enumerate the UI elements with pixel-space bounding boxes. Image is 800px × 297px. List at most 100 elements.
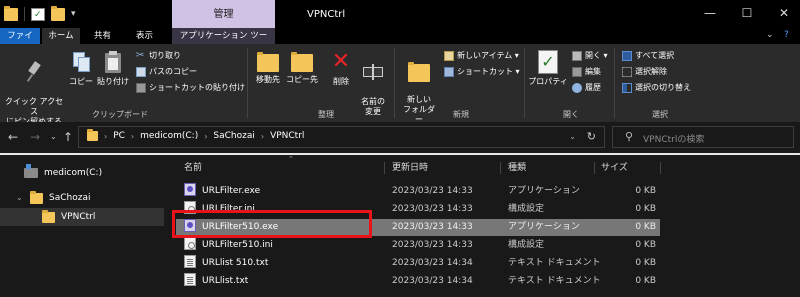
properties-check-icon[interactable]: ✓: [31, 7, 45, 21]
breadcrumb-item-vpnctrl[interactable]: VPNCtrl: [270, 131, 304, 141]
file-size: 0 KB: [635, 186, 656, 196]
divider: [614, 48, 615, 118]
search-placeholder: VPNCtrlの検索: [643, 135, 705, 145]
column-header-modified[interactable]: 更新日時: [392, 159, 428, 177]
copy-path-button[interactable]: パスのコピー: [136, 66, 197, 77]
file-size: 0 KB: [635, 258, 656, 268]
organize-group-label: 整理: [318, 110, 334, 119]
column-header-name[interactable]: 名前: [184, 159, 202, 177]
copy-to-label: コピー先: [286, 75, 318, 84]
move-to-icon: [257, 52, 279, 72]
shortcut-button[interactable]: ショートカット ▾: [444, 66, 520, 77]
customize-toolbar-icon[interactable]: ▾: [71, 8, 79, 21]
new-folder-icon[interactable]: [51, 5, 65, 21]
open-button[interactable]: 開く ▾: [572, 50, 608, 61]
chevron-right-icon[interactable]: ›: [204, 132, 207, 141]
properties-button[interactable]: ✓ プロパティ: [528, 50, 568, 87]
nav-item-label: VPNCtrl: [61, 212, 96, 222]
chevron-right-icon[interactable]: ›: [104, 132, 107, 141]
file-row[interactable]: URLFilter510.ini 2023/03/23 14:33 構成設定 0…: [176, 237, 660, 254]
select-group-label: 選択: [652, 110, 668, 119]
file-row[interactable]: URLlist 510.txt 2023/03/23 14:34 テキスト ドキ…: [176, 255, 660, 272]
breadcrumb-item-sachozai[interactable]: SaChozai: [213, 131, 254, 141]
paste-button[interactable]: 貼り付け: [96, 50, 130, 87]
divider[interactable]: [660, 162, 661, 174]
delete-button[interactable]: ✕ 削除: [328, 50, 354, 87]
column-header-size[interactable]: サイズ: [601, 159, 628, 177]
chevron-right-icon[interactable]: ›: [261, 132, 264, 141]
recent-locations-icon[interactable]: ⌄: [50, 132, 57, 141]
chevron-down-icon[interactable]: ⌄: [766, 30, 774, 40]
breadcrumb-item-pc[interactable]: PC: [113, 131, 125, 141]
tab-share[interactable]: 共有: [88, 28, 117, 44]
file-size: 0 KB: [635, 276, 656, 286]
chevron-down-icon[interactable]: ⌄: [16, 189, 24, 207]
divider[interactable]: [594, 162, 595, 174]
edit-button[interactable]: 編集: [572, 66, 601, 77]
breadcrumb-item-drive[interactable]: medicom(C:): [140, 131, 198, 141]
manage-context-tab[interactable]: 管理: [172, 0, 275, 30]
tab-file[interactable]: ファイル: [0, 28, 40, 57]
shortcut-icon: [444, 66, 454, 77]
divider: [394, 48, 395, 118]
file-size: 0 KB: [635, 222, 656, 232]
file-modified: 2023/03/23 14:34: [392, 276, 473, 286]
move-to-button[interactable]: 移動先: [252, 50, 284, 85]
sort-caret-icon: ⌃: [288, 155, 294, 163]
cut-label: 切り取り: [149, 51, 181, 60]
pin-quick-access-button[interactable]: クイック アクセス にピン留めする: [2, 50, 66, 127]
select-all-icon: [622, 50, 632, 61]
new-folder-button[interactable]: 新しい フォルダー: [400, 50, 438, 125]
maximize-button[interactable]: ☐: [740, 6, 754, 20]
divider[interactable]: [384, 162, 385, 174]
column-header-type[interactable]: 種類: [508, 159, 526, 177]
pin-icon: [22, 60, 46, 84]
tab-view[interactable]: 表示: [130, 28, 159, 44]
new-item-icon: [444, 50, 454, 61]
file-type: 構成設定: [508, 204, 545, 214]
back-arrow-icon[interactable]: ←: [8, 130, 18, 144]
address-bar[interactable]: › PC › medicom(C:) › SaChozai › VPNCtrl …: [78, 126, 605, 148]
divider[interactable]: [500, 162, 501, 174]
copy-icon: [69, 50, 93, 74]
nav-item-drive[interactable]: medicom(C:): [10, 164, 160, 182]
title-bar: ✓ ▾ 管理 VPNCtrl — ☐ ✕: [0, 0, 800, 30]
select-none-button[interactable]: 選択解除: [622, 66, 667, 77]
copy-label: コピー: [69, 77, 93, 86]
tab-app-tools[interactable]: アプリケーション ツール: [172, 28, 275, 57]
copy-to-button[interactable]: コピー先: [286, 50, 318, 85]
file-type: テキスト ドキュメント: [508, 258, 601, 268]
open-label: 開く ▾: [585, 51, 608, 60]
copy-to-icon: [291, 52, 313, 72]
nav-item-vpnctrl[interactable]: VPNCtrl: [0, 208, 164, 226]
file-row[interactable]: URLFilter.exe 2023/03/23 14:33 アプリケーション …: [176, 183, 660, 200]
invert-selection-button[interactable]: 選択の切り替え: [622, 82, 691, 93]
folder-icon: [4, 5, 18, 21]
folder-icon: [87, 129, 98, 141]
ribbon-tabs: ファイル ホーム 共有 表示 アプリケーション ツール ⌄ ?: [0, 28, 800, 57]
chevron-down-icon[interactable]: ⌄: [569, 132, 576, 141]
close-button[interactable]: ✕: [777, 6, 791, 20]
rename-button[interactable]: 名前の 変更: [358, 50, 388, 117]
file-row[interactable]: URLlist.txt 2023/03/23 14:34 テキスト ドキュメント…: [176, 273, 660, 290]
copy-button[interactable]: コピー: [68, 50, 94, 87]
paste-shortcut-button[interactable]: ショートカットの貼り付け: [136, 82, 245, 93]
cut-button[interactable]: ✂ 切り取り: [136, 50, 181, 61]
navigation-pane: medicom(C:) ⌄ SaChozai VPNCtrl: [0, 155, 170, 297]
refresh-icon[interactable]: ↻: [587, 130, 596, 143]
paste-shortcut-icon: [136, 82, 146, 93]
help-icon[interactable]: ?: [784, 30, 789, 40]
tab-home[interactable]: ホーム: [42, 28, 80, 44]
search-box[interactable]: ⚲ VPNCtrlの検索: [612, 126, 794, 148]
nav-item-sachozai[interactable]: ⌄ SaChozai: [16, 189, 166, 207]
new-item-button[interactable]: 新しいアイテム ▾: [444, 50, 519, 61]
forward-arrow-icon[interactable]: →: [30, 130, 40, 144]
minimize-button[interactable]: —: [703, 6, 717, 20]
select-all-button[interactable]: すべて選択: [622, 50, 674, 61]
history-button[interactable]: 履歴: [572, 82, 601, 93]
file-size: 0 KB: [635, 240, 656, 250]
chevron-right-icon[interactable]: ›: [131, 132, 134, 141]
ribbon: クイック アクセス にピン留めする コピー 貼り付け ✂ 切り取り パスのコピー…: [0, 44, 800, 126]
up-arrow-icon[interactable]: ↑: [63, 130, 73, 144]
settings-file-icon: [184, 237, 196, 250]
